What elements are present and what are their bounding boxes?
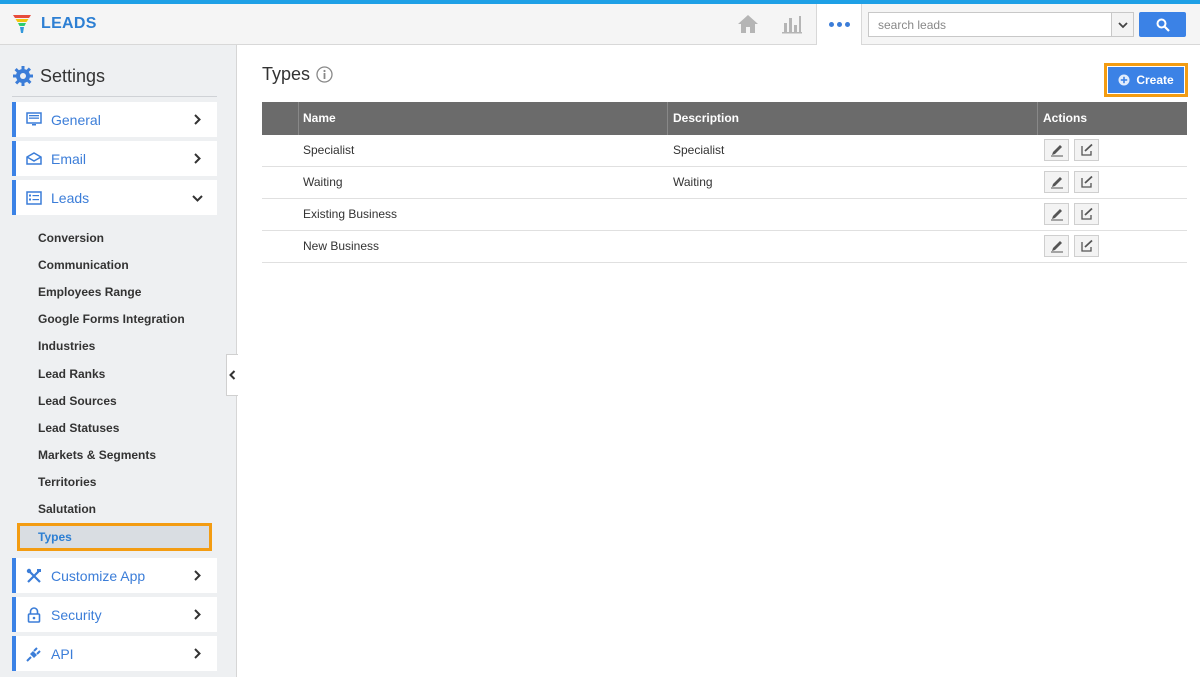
chevron-right-icon xyxy=(191,648,203,660)
checkbox-edit-icon xyxy=(1080,175,1093,188)
funnel-icon xyxy=(13,15,31,33)
sub-item-google-forms-integration[interactable]: Google Forms Integration xyxy=(38,312,185,326)
cell-name: New Business xyxy=(303,239,380,253)
chevron-right-icon xyxy=(191,609,203,621)
cell-name: Specialist xyxy=(303,143,355,157)
divider xyxy=(12,96,217,97)
chevron-down-icon xyxy=(191,192,203,204)
sidebar-item-label: API xyxy=(51,645,74,662)
sub-item-territories[interactable]: Territories xyxy=(38,475,96,489)
table-row[interactable]: Specialist Specialist xyxy=(262,135,1187,167)
bar-chart-icon xyxy=(782,16,802,34)
edit-button[interactable] xyxy=(1044,171,1069,193)
search-icon xyxy=(1156,18,1170,32)
settings-heading: Settings xyxy=(12,65,105,87)
sidebar-item-label: Customize App xyxy=(51,567,146,584)
chevron-right-icon xyxy=(191,153,203,165)
cell-name: Existing Business xyxy=(303,207,398,221)
sidebar-item-customize-app[interactable]: Customize App xyxy=(12,558,217,593)
chevron-left-icon xyxy=(229,370,236,380)
sub-item-industries[interactable]: Industries xyxy=(38,339,95,353)
search-scope-dropdown[interactable] xyxy=(1111,13,1133,36)
pencil-icon xyxy=(1050,209,1063,221)
page-heading: Types xyxy=(262,64,333,85)
column-header-name[interactable]: Name xyxy=(298,102,336,135)
sub-item-types[interactable]: Types xyxy=(38,530,72,544)
sub-item-employees-range[interactable]: Employees Range xyxy=(38,285,141,299)
more-dots-icon xyxy=(828,22,850,27)
tools-icon xyxy=(25,567,43,585)
create-button[interactable]: Create xyxy=(1108,67,1184,93)
home-button[interactable] xyxy=(728,4,768,44)
column-header-description[interactable]: Description xyxy=(668,102,739,135)
pencil-icon xyxy=(1050,177,1063,189)
checkbox-edit-icon xyxy=(1080,143,1093,156)
info-icon[interactable] xyxy=(316,66,333,83)
sub-item-communication[interactable]: Communication xyxy=(38,258,129,272)
sidebar-item-label: Security xyxy=(51,606,102,623)
settings-title: Settings xyxy=(40,65,106,86)
chevron-right-icon xyxy=(191,114,203,126)
sidebar-collapse-toggle[interactable] xyxy=(226,354,238,396)
create-button-label: Create xyxy=(1136,73,1174,87)
page-title: Types xyxy=(262,64,311,84)
table-row[interactable]: Existing Business xyxy=(262,199,1187,231)
checkbox-edit-icon xyxy=(1080,207,1093,220)
sidebar-item-leads[interactable]: Leads xyxy=(12,180,217,215)
assign-button[interactable] xyxy=(1074,235,1099,257)
sub-item-lead-sources[interactable]: Lead Sources xyxy=(38,394,117,408)
sidebar-item-label: Leads xyxy=(51,189,90,206)
edit-button[interactable] xyxy=(1044,139,1069,161)
pencil-icon xyxy=(1050,241,1063,253)
gear-icon xyxy=(13,66,33,86)
types-table: Name Description Actions Specialist Spec… xyxy=(262,102,1187,263)
search-button[interactable] xyxy=(1139,12,1186,37)
stats-button[interactable] xyxy=(772,4,812,44)
edit-button[interactable] xyxy=(1044,235,1069,257)
sub-item-lead-ranks[interactable]: Lead Ranks xyxy=(38,367,105,381)
plus-circle-icon xyxy=(1118,74,1130,86)
list-icon xyxy=(25,189,43,207)
app-name: LEADS xyxy=(41,15,97,32)
search-input[interactable] xyxy=(869,13,1111,36)
assign-button[interactable] xyxy=(1074,139,1099,161)
checkbox-edit-icon xyxy=(1080,239,1093,252)
table-row[interactable]: Waiting Waiting xyxy=(262,167,1187,199)
sub-item-conversion[interactable]: Conversion xyxy=(38,231,104,245)
more-button[interactable] xyxy=(816,4,862,45)
sub-item-salutation[interactable]: Salutation xyxy=(38,502,96,516)
column-header-actions: Actions xyxy=(1043,111,1088,125)
sidebar-item-label: Email xyxy=(51,150,87,167)
cell-description: Specialist xyxy=(673,143,725,157)
assign-button[interactable] xyxy=(1074,171,1099,193)
plug-icon xyxy=(25,645,43,663)
search-box xyxy=(868,12,1134,37)
create-button-highlight: Create xyxy=(1104,63,1188,97)
sidebar-item-security[interactable]: Security xyxy=(12,597,217,632)
chevron-down-icon xyxy=(1117,21,1128,28)
app-header: LEADS xyxy=(0,4,1200,45)
sub-item-markets-segments[interactable]: Markets & Segments xyxy=(38,448,156,462)
sidebar-item-general[interactable]: General xyxy=(12,102,217,137)
sidebar-item-api[interactable]: API xyxy=(12,636,217,671)
sidebar-item-email[interactable]: Email xyxy=(12,141,217,176)
monitor-icon xyxy=(25,111,43,129)
table-header: Name Description Actions xyxy=(262,102,1187,135)
envelope-icon xyxy=(25,150,43,168)
sidebar-item-label: General xyxy=(51,111,101,128)
sidebar: Settings General Email Leads Conversion … xyxy=(0,45,237,677)
sub-item-lead-statuses[interactable]: Lead Statuses xyxy=(38,421,119,435)
cell-name: Waiting xyxy=(303,175,343,189)
pencil-icon xyxy=(1050,145,1063,157)
brand[interactable]: LEADS xyxy=(12,12,97,36)
lock-icon xyxy=(25,606,43,624)
assign-button[interactable] xyxy=(1074,203,1099,225)
table-row[interactable]: New Business xyxy=(262,231,1187,263)
chevron-right-icon xyxy=(191,570,203,582)
cell-description: Waiting xyxy=(673,175,713,189)
home-icon xyxy=(738,15,758,33)
edit-button[interactable] xyxy=(1044,203,1069,225)
